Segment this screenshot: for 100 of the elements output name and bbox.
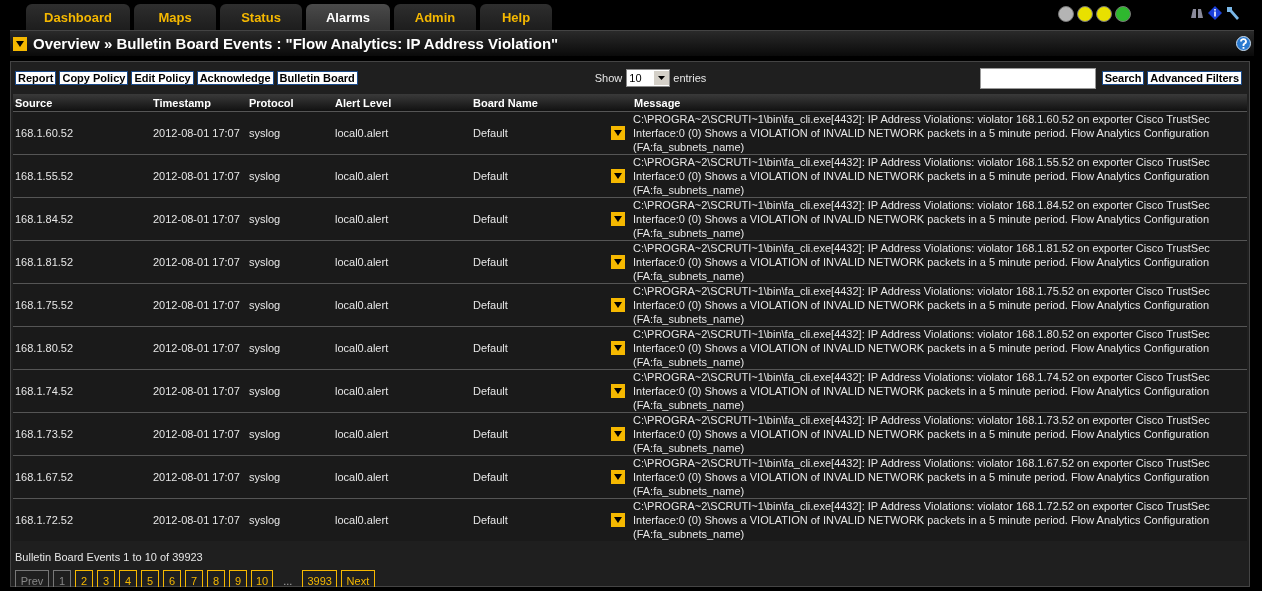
expand-icon[interactable] [611, 212, 625, 226]
nav-tab[interactable]: Dashboard [26, 4, 130, 30]
status-dot[interactable] [1096, 6, 1112, 22]
entries-select[interactable]: 10 [626, 69, 671, 87]
nav-tab[interactable]: Help [480, 4, 552, 30]
wrench-icon[interactable] [1226, 6, 1240, 20]
table-cell: local0.alert [335, 385, 389, 397]
table-cell: 2012-08-01 17:07 [153, 385, 240, 397]
message-cell-text: C:\PROGRA~2\SCRUTI~1\bin\fa_cli.exe[4432]: IP Address Violations: violator 168.1.60.52 on exporter Cisco TrustSec Interface:0 (0) Shows a VIOLATION of INVALID NETWORK packets in a 5 minute period. Flow Analytics Configuration (FA:fa_subnets_name) [633, 112, 1211, 154]
table-cell: 2012-08-01 17:07 [153, 514, 240, 526]
table-cell: 168.1.80.52 [15, 342, 74, 354]
page-button[interactable]: 10 [251, 570, 274, 587]
status-dot[interactable] [1077, 6, 1093, 22]
table-cell: 168.1.73.52 [15, 428, 74, 440]
toolbar-button[interactable]: Acknowledge [196, 71, 274, 85]
expand-icon[interactable] [611, 384, 625, 398]
column-header[interactable]: Board Name [471, 94, 609, 111]
message-cell-text: C:\PROGRA~2\SCRUTI~1\bin\fa_cli.exe[4432]: IP Address Violations: violator 168.1.75.52 on exporter Cisco TrustSec Interface:0 (0) Shows a VIOLATION of INVALID NETWORK packets in a 5 minute period. Flow Analytics Configuration (FA:fa_subnets_name) [633, 284, 1211, 326]
table-cell: Default [473, 299, 508, 311]
expand-icon[interactable] [611, 169, 625, 183]
page-button[interactable]: 3993 [302, 570, 337, 587]
table-cell: local0.alert [335, 170, 389, 182]
info-icon[interactable] [1208, 6, 1222, 20]
expand-icon[interactable] [611, 470, 625, 484]
table-cell: 2012-08-01 17:07 [153, 127, 240, 139]
nav-tab[interactable]: Maps [134, 4, 216, 30]
table-cell: 168.1.81.52 [15, 256, 74, 268]
page-button[interactable]: 6 [163, 570, 181, 587]
table-cell: 168.1.67.52 [15, 471, 74, 483]
expand-icon[interactable] [611, 513, 625, 527]
table-cell: syslog [249, 342, 281, 354]
message-cell-text: C:\PROGRA~2\SCRUTI~1\bin\fa_cli.exe[4432]: IP Address Violations: violator 168.1.72.52 on exporter Cisco TrustSec Interface:0 (0) Shows a VIOLATION of INVALID NETWORK packets in a 5 minute period. Flow Analytics Configuration (FA:fa_subnets_name) [633, 499, 1211, 541]
message-cell-text: C:\PROGRA~2\SCRUTI~1\bin\fa_cli.exe[4432]: IP Address Violations: violator 168.1.81.52 on exporter Cisco TrustSec Interface:0 (0) Shows a VIOLATION of INVALID NETWORK packets in a 5 minute period. Flow Analytics Configuration (FA:fa_subnets_name) [633, 241, 1211, 283]
table-cell: 2012-08-01 17:07 [153, 256, 240, 268]
table-cell: Default [473, 514, 508, 526]
toolbar-button[interactable]: Edit Policy [131, 71, 194, 85]
binoculars-icon[interactable] [1190, 7, 1204, 19]
table-cell: local0.alert [335, 471, 389, 483]
column-header[interactable]: Alert Level [333, 94, 471, 111]
ellipsis: ... [283, 574, 293, 587]
nav-tab[interactable]: Status [220, 4, 302, 30]
page-button[interactable]: 8 [207, 570, 225, 587]
search-button[interactable]: Search [1101, 71, 1145, 85]
toolbar-button[interactable]: Report [15, 71, 57, 85]
advanced-filters-button[interactable]: Advanced Filters [1147, 71, 1242, 85]
table-cell: 168.1.75.52 [15, 299, 74, 311]
table-cell: Default [473, 428, 508, 440]
expand-icon[interactable] [611, 126, 625, 140]
table-cell: local0.alert [335, 299, 389, 311]
expand-icon[interactable] [611, 255, 625, 269]
results-summary: Bulletin Board Events 1 to 10 of 39923 [15, 551, 203, 563]
table-cell: local0.alert [335, 213, 389, 225]
page-button[interactable]: 4 [119, 570, 137, 587]
expand-icon[interactable] [611, 341, 625, 355]
page-button[interactable]: 3 [97, 570, 115, 587]
table-cell: 168.1.84.52 [15, 213, 74, 225]
table-cell: 2012-08-01 17:07 [153, 342, 240, 354]
table-cell: Default [473, 385, 508, 397]
table-cell: Default [473, 127, 508, 139]
table-cell: 2012-08-01 17:07 [153, 299, 240, 311]
table-cell: syslog [249, 514, 281, 526]
page-button[interactable]: 2 [75, 570, 93, 587]
table-cell: 168.1.72.52 [15, 514, 74, 526]
page-button[interactable]: 9 [229, 570, 247, 587]
table-cell: local0.alert [335, 127, 389, 139]
column-header[interactable]: Source [13, 94, 151, 111]
message-cell-text: C:\PROGRA~2\SCRUTI~1\bin\fa_cli.exe[4432]: IP Address Violations: violator 168.1.67.52 on exporter Cisco TrustSec Interface:0 (0) Shows a VIOLATION of INVALID NETWORK packets in a 5 minute period. Flow Analytics Configuration (FA:fa_subnets_name) [633, 456, 1211, 498]
toolbar-button[interactable]: Copy Policy [59, 71, 129, 85]
toolbar-button[interactable]: Bulletin Board [276, 71, 358, 85]
table-cell: 2012-08-01 17:07 [153, 428, 240, 440]
message-cell-text: C:\PROGRA~2\SCRUTI~1\bin\fa_cli.exe[4432]: IP Address Violations: violator 168.1.84.52 on exporter Cisco TrustSec Interface:0 (0) Shows a VIOLATION of INVALID NETWORK packets in a 5 minute period. Flow Analytics Configuration (FA:fa_subnets_name) [633, 198, 1211, 240]
dropdown-icon[interactable] [13, 36, 27, 51]
table-cell: Default [473, 471, 508, 483]
search-field[interactable] [979, 67, 1096, 89]
expand-icon[interactable] [611, 298, 625, 312]
status-dot[interactable] [1058, 6, 1074, 22]
next-button[interactable]: Next [340, 570, 375, 587]
column-header[interactable]: Message [632, 94, 1247, 111]
show-label: Show [594, 72, 623, 84]
message-cell-text: C:\PROGRA~2\SCRUTI~1\bin\fa_cli.exe[4432]: IP Address Violations: violator 168.1.55.52 on exporter Cisco TrustSec Interface:0 (0) Shows a VIOLATION of INVALID NETWORK packets in a 5 minute period. Flow Analytics Configuration (FA:fa_subnets_name) [633, 155, 1211, 197]
page-button[interactable]: 1 [53, 570, 71, 587]
page-button[interactable]: 7 [185, 570, 203, 587]
status-dot[interactable] [1115, 6, 1131, 22]
table-cell: local0.alert [335, 514, 389, 526]
entries-label: entries [673, 72, 707, 84]
table-cell: local0.alert [335, 256, 389, 268]
table-cell: Default [473, 256, 508, 268]
page-button[interactable]: 5 [141, 570, 159, 587]
table-cell: local0.alert [335, 342, 389, 354]
table-cell: Default [473, 342, 508, 354]
nav-tab[interactable]: Alarms [306, 4, 390, 30]
table-cell: syslog [249, 428, 281, 440]
table-cell: local0.alert [335, 428, 389, 440]
table-cell: syslog [249, 170, 281, 182]
help-icon[interactable] [1236, 36, 1251, 51]
expand-icon[interactable] [611, 427, 625, 441]
nav-tab[interactable]: Admin [394, 4, 476, 30]
column-header[interactable]: Timestamp [151, 94, 247, 111]
column-header[interactable]: Protocol [247, 94, 333, 111]
message-cell-text: C:\PROGRA~2\SCRUTI~1\bin\fa_cli.exe[4432]: IP Address Violations: violator 168.1.80.52 on exporter Cisco TrustSec Interface:0 (0) Shows a VIOLATION of INVALID NETWORK packets in a 5 minute period. Flow Analytics Configuration (FA:fa_subnets_name) [633, 327, 1211, 369]
